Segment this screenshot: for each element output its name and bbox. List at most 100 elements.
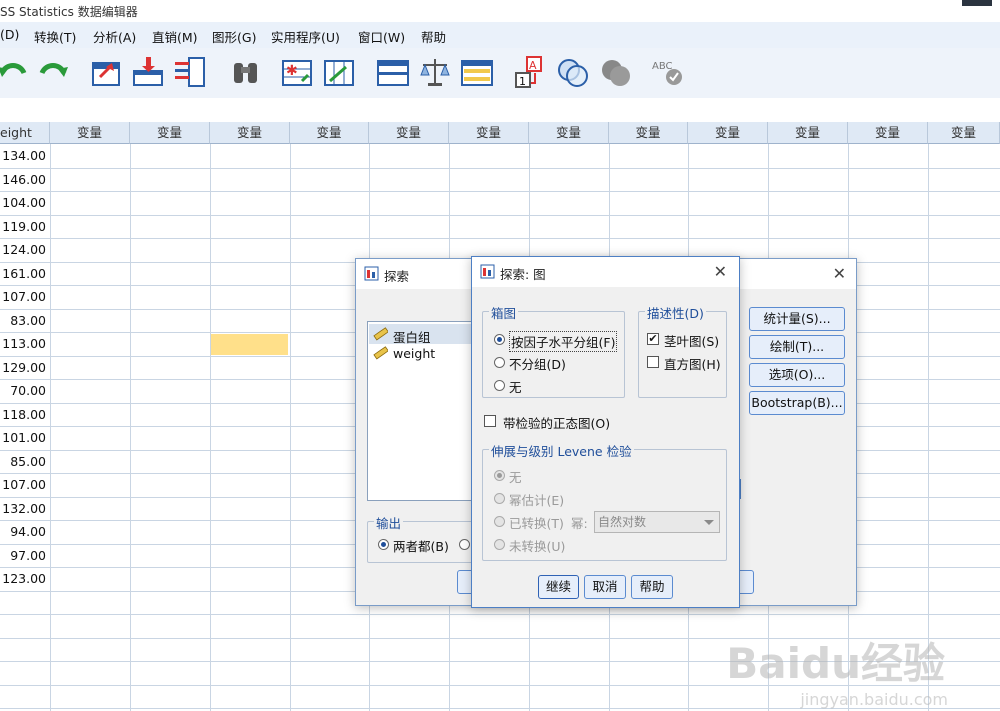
stem-leaf-checkbox[interactable]: ✔ bbox=[647, 333, 659, 345]
help-button[interactable]: 帮助 bbox=[631, 575, 673, 599]
find-icon[interactable] bbox=[229, 55, 263, 89]
column-header-var[interactable]: 变量 bbox=[688, 122, 768, 144]
spelling-icon[interactable]: ABC bbox=[650, 55, 684, 89]
table-cell[interactable]: 146.00 bbox=[0, 172, 49, 187]
variable-list[interactable]: 蛋白组 weight bbox=[367, 321, 477, 501]
value-labels-icon[interactable]: A 1 bbox=[513, 55, 547, 89]
table-cell[interactable]: 161.00 bbox=[0, 266, 49, 281]
goto-case-icon[interactable] bbox=[90, 55, 124, 89]
variables-icon[interactable] bbox=[173, 55, 207, 89]
boxplot-by-factor-label: 按因子水平分组(F) bbox=[509, 331, 618, 352]
column-header-var[interactable]: 变量 bbox=[928, 122, 1000, 144]
menu-direct-marketing[interactable]: 直销(M) bbox=[152, 27, 198, 46]
grid-line bbox=[0, 168, 1000, 169]
menu-graphs[interactable]: 图形(G) bbox=[212, 27, 256, 46]
select-cases-icon[interactable] bbox=[460, 55, 494, 89]
menu-bar: (D) 转换(T) 分析(A) 直销(M) 图形(G) 实用程序(U) 窗口(W… bbox=[0, 22, 1000, 49]
histogram-checkbox[interactable] bbox=[647, 356, 659, 368]
levene-power-label: 幂估计(E) bbox=[509, 493, 565, 508]
menu-transform[interactable]: 转换(T) bbox=[34, 27, 76, 46]
boxplot-none-label: 无 bbox=[509, 380, 522, 395]
levene-power-radio[interactable] bbox=[494, 493, 505, 504]
column-header-var[interactable]: 变量 bbox=[210, 122, 290, 144]
selected-cell[interactable] bbox=[211, 334, 288, 355]
column-header-var[interactable]: 变量 bbox=[449, 122, 529, 144]
menu-help[interactable]: 帮助 bbox=[421, 27, 446, 46]
levene-transformed-radio[interactable] bbox=[494, 516, 505, 527]
normality-plots-checkbox[interactable] bbox=[484, 415, 496, 427]
table-cell[interactable]: 107.00 bbox=[0, 289, 49, 304]
table-cell[interactable]: 101.00 bbox=[0, 430, 49, 445]
table-cell[interactable]: 123.00 bbox=[0, 571, 49, 586]
boxplot-by-factor-radio[interactable] bbox=[494, 334, 505, 345]
column-header-var[interactable]: 变量 bbox=[609, 122, 688, 144]
output-other-radio[interactable] bbox=[459, 539, 470, 550]
table-cell[interactable]: 132.00 bbox=[0, 501, 49, 516]
column-header-var[interactable]: 变量 bbox=[290, 122, 369, 144]
levene-none-label: 无 bbox=[509, 470, 522, 485]
output-group: 输出 两者都(B) bbox=[367, 513, 479, 563]
close-icon[interactable]: ✕ bbox=[714, 262, 727, 281]
title-bar: SS Statistics 数据编辑器 bbox=[0, 0, 1000, 22]
column-header-var[interactable]: 变量 bbox=[768, 122, 848, 144]
column-header-var[interactable]: 变量 bbox=[50, 122, 130, 144]
statistics-button[interactable]: 统计量(S)... bbox=[749, 307, 845, 331]
bootstrap-button[interactable]: Bootstrap(B)... bbox=[749, 391, 845, 415]
table-cell[interactable]: 119.00 bbox=[0, 219, 49, 234]
stem-leaf-label: 茎叶图(S) bbox=[664, 334, 720, 349]
column-header-var[interactable]: 变量 bbox=[369, 122, 449, 144]
cell-editor-bar[interactable] bbox=[0, 98, 1000, 123]
levene-none-radio[interactable] bbox=[494, 470, 505, 481]
redo-icon[interactable] bbox=[36, 55, 70, 89]
weight-cases-icon[interactable] bbox=[418, 55, 452, 89]
boxplot-together-radio[interactable] bbox=[494, 357, 505, 368]
output-both-radio[interactable] bbox=[378, 539, 389, 550]
power-select[interactable]: 自然对数 bbox=[594, 511, 720, 533]
column-header-var[interactable]: 变量 bbox=[529, 122, 609, 144]
insert-variable-icon[interactable] bbox=[322, 55, 356, 89]
table-cell[interactable]: 124.00 bbox=[0, 242, 49, 257]
table-cell[interactable]: 94.00 bbox=[0, 524, 49, 539]
levene-untransformed-radio[interactable] bbox=[494, 539, 505, 550]
close-icon[interactable]: ✕ bbox=[833, 264, 846, 283]
cancel-button[interactable]: 取消 bbox=[584, 575, 626, 599]
table-cell[interactable]: 107.00 bbox=[0, 477, 49, 492]
grid-line bbox=[290, 144, 291, 711]
table-cell[interactable]: 83.00 bbox=[0, 313, 49, 328]
options-button[interactable]: 选项(O)... bbox=[749, 363, 845, 387]
menu-data[interactable]: (D) bbox=[0, 27, 19, 42]
table-cell[interactable]: 70.00 bbox=[0, 383, 49, 398]
list-item[interactable]: 蛋白组 bbox=[393, 327, 431, 346]
column-header-weight[interactable]: eight bbox=[0, 122, 50, 144]
use-sets-icon[interactable] bbox=[556, 55, 590, 89]
insert-cases-icon[interactable]: ✱ bbox=[280, 55, 314, 89]
table-cell[interactable]: 134.00 bbox=[0, 148, 49, 163]
levene-transformed-label: 已转换(T) bbox=[509, 516, 564, 531]
menu-window[interactable]: 窗口(W) bbox=[358, 27, 405, 46]
menu-utilities[interactable]: 实用程序(U) bbox=[271, 27, 340, 46]
table-cell[interactable]: 97.00 bbox=[0, 548, 49, 563]
table-cell[interactable]: 85.00 bbox=[0, 454, 49, 469]
menu-analyze[interactable]: 分析(A) bbox=[93, 27, 136, 46]
split-file-icon[interactable] bbox=[376, 55, 410, 89]
column-header-var[interactable]: 变量 bbox=[130, 122, 210, 144]
grid-line bbox=[928, 144, 929, 711]
continue-button[interactable]: 继续 bbox=[538, 575, 579, 599]
table-cell[interactable]: 113.00 bbox=[0, 336, 49, 351]
explore-dialog-title: 探索 bbox=[384, 269, 410, 284]
list-item[interactable]: weight bbox=[393, 346, 435, 361]
boxplot-none-radio[interactable] bbox=[494, 380, 505, 391]
show-all-variables-icon[interactable] bbox=[599, 55, 633, 89]
column-header-var[interactable]: 变量 bbox=[848, 122, 928, 144]
table-cell[interactable]: 118.00 bbox=[0, 407, 49, 422]
grid-line bbox=[0, 215, 1000, 216]
undo-icon[interactable] bbox=[0, 55, 30, 89]
window-title: SS Statistics 数据编辑器 bbox=[0, 5, 138, 19]
window-control[interactable] bbox=[962, 0, 992, 6]
grid-line bbox=[210, 144, 211, 711]
table-cell[interactable]: 104.00 bbox=[0, 195, 49, 210]
goto-variable-icon[interactable] bbox=[131, 55, 165, 89]
svg-text:A: A bbox=[529, 59, 537, 72]
table-cell[interactable]: 129.00 bbox=[0, 360, 49, 375]
plots-button[interactable]: 绘制(T)... bbox=[749, 335, 845, 359]
